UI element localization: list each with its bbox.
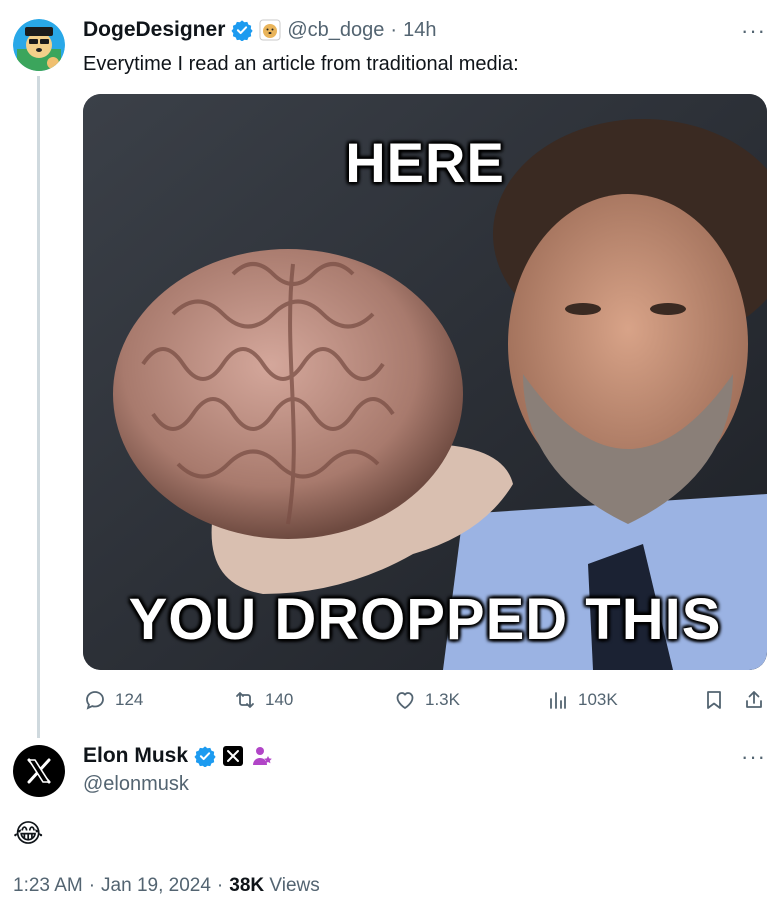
views-button[interactable]: 103K	[546, 688, 618, 712]
repost-button[interactable]: 140	[233, 688, 293, 712]
date-separator: ·	[88, 875, 96, 896]
analytics-bars-icon	[550, 692, 566, 709]
bookmark-icon	[707, 691, 721, 709]
avatar-elonmusk[interactable]	[13, 745, 65, 797]
like-count: 1.3K	[425, 690, 460, 709]
x-affiliate-badge-icon	[223, 746, 244, 766]
reply-count: 124	[115, 690, 144, 709]
time-separator: ·	[390, 18, 398, 41]
reply-text-emoji: 😂	[13, 818, 44, 848]
author-handle[interactable]: @elonmusk	[83, 773, 189, 796]
doge-affiliate-badge-icon	[259, 19, 281, 41]
tweet-text: Everytime I read an article from traditi…	[83, 53, 519, 75]
meme-bottom-caption: YOU DROPPED THIS	[128, 587, 722, 652]
share-icon	[746, 691, 762, 708]
views-summary[interactable]: 38K Views	[229, 875, 319, 897]
share-button[interactable]	[742, 688, 766, 712]
view-count: 103K	[578, 690, 618, 709]
author-handle[interactable]: @cb_doge	[287, 19, 384, 42]
verified-badge-icon	[231, 20, 254, 41]
verified-badge-icon	[194, 746, 216, 767]
author-name[interactable]: DogeDesigner	[83, 18, 225, 42]
tweet-media-image[interactable]: HERE YOU DROPPED THIS	[83, 94, 767, 670]
more-options-button[interactable]: ···	[741, 744, 766, 770]
tweet-time[interactable]: 1:23 AM	[13, 875, 83, 897]
avatar-dogedesigner[interactable]	[13, 19, 65, 71]
x-logo-icon	[27, 758, 51, 784]
views-label: Views	[269, 875, 320, 896]
thread-line	[37, 76, 40, 738]
views-count: 38K	[229, 875, 265, 896]
like-button[interactable]: 1.3K	[393, 688, 460, 712]
repost-icon	[236, 692, 254, 708]
reply-tweet-header: Elon Musk	[83, 744, 274, 768]
more-options-button[interactable]: ···	[741, 18, 766, 44]
doge-avatar-image	[13, 19, 65, 71]
author-name[interactable]: Elon Musk	[83, 744, 188, 768]
reply-icon	[86, 691, 104, 710]
repost-count: 140	[265, 690, 294, 709]
views-separator: ·	[216, 875, 224, 896]
tweet-time[interactable]: 14h	[403, 19, 436, 42]
meme-top-caption: HERE	[345, 131, 505, 194]
tweet-meta: 1:23 AM · Jan 19, 2024 · 38K Views	[13, 875, 320, 897]
bookmark-button[interactable]	[702, 688, 726, 712]
quoted-tweet-header: DogeDesigner @cb_doge · 14h	[83, 18, 436, 42]
pronoun-person-icon	[253, 747, 272, 765]
reply-button[interactable]: 124	[83, 688, 143, 712]
like-heart-icon	[396, 692, 414, 709]
tweet-date[interactable]: Jan 19, 2024	[101, 875, 211, 897]
